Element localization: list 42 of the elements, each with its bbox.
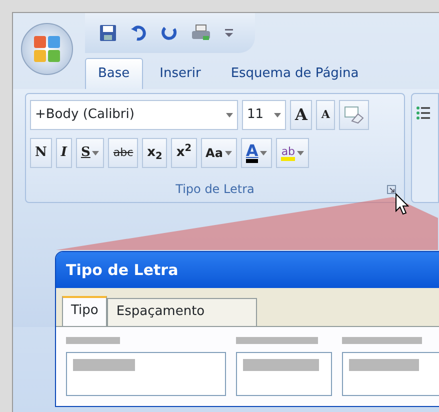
ribbon-tab[interactable]: Base [85,58,143,89]
dialog-title: Tipo de Letra [56,252,439,288]
dropdown-icon[interactable] [225,28,233,38]
undo-icon[interactable] [131,25,147,41]
size-list-box[interactable] [342,352,439,396]
blurred-label [66,336,120,344]
redo-icon[interactable] [161,25,177,41]
font-color-button[interactable]: A [240,138,272,168]
mouse-cursor-icon [396,192,410,215]
save-icon[interactable] [99,24,117,42]
bullet-list-icon[interactable] [416,104,430,121]
group-label: Tipo de Letra [176,181,254,198]
ribbon-tab[interactable]: Esquema de Página [218,58,372,89]
format-button[interactable]: x$^{2}$ [171,138,197,168]
highlight-button[interactable]: ab [276,138,310,168]
eraser-icon [344,106,364,124]
dialog-launcher-icon[interactable] [387,185,396,194]
font-list-box[interactable] [66,352,226,396]
font-size-field[interactable]: 11 [242,100,286,130]
printer-icon[interactable] [191,24,211,42]
caret-icon[interactable] [224,150,232,156]
font-name-field[interactable]: +Body (Calibri) [30,100,238,130]
format-button[interactable]: x$_{2}$ [142,138,168,168]
caret-icon[interactable] [260,150,268,156]
caret-icon[interactable] [297,150,304,156]
grid-logo-icon [32,34,62,64]
dialog-tab[interactable]: Tipo [62,296,108,326]
grow-font-button[interactable]: A [290,100,312,130]
format-button[interactable]: N [30,138,52,168]
dialog-tab[interactable]: Espaçamento [107,298,258,326]
caret-icon[interactable] [92,150,100,156]
format-button[interactable]: Aa [200,138,237,168]
office-button[interactable] [21,23,73,75]
ribbon-tab[interactable]: Inserir [146,58,214,89]
clear-formatting-button[interactable] [338,100,369,130]
format-button[interactable]: S [76,138,104,168]
style-list-box[interactable] [236,352,332,396]
caret-icon[interactable] [274,112,281,118]
caret-icon[interactable] [226,112,233,118]
format-button[interactable]: abc [108,138,138,168]
format-button[interactable]: I [56,138,72,168]
shrink-font-button[interactable]: A [316,100,335,130]
